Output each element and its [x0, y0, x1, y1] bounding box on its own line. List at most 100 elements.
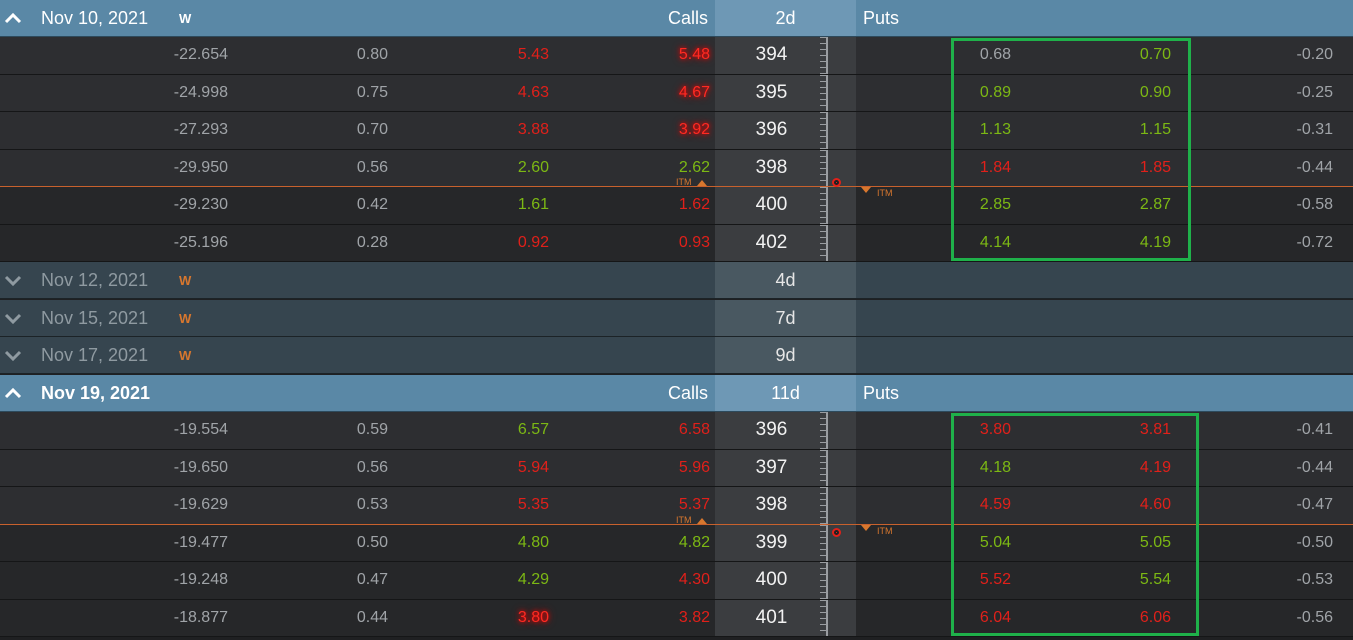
- expiration-header-collapsed[interactable]: Nov 17, 2021 W 9d: [0, 337, 1353, 374]
- call-theta: -25.196: [173, 233, 228, 251]
- put-bid[interactable]: 5.04: [911, 525, 1011, 562]
- put-ask[interactable]: 1.85: [1071, 150, 1171, 187]
- option-row[interactable]: -18.877 0.44 3.80 3.82 401 6.04 6.06 -0.56: [0, 599, 1353, 637]
- put-bid[interactable]: 4.14: [911, 225, 1011, 262]
- put-bid[interactable]: 0.68: [911, 37, 1011, 74]
- put-ask[interactable]: 4.19: [1071, 225, 1171, 262]
- price-ruler: [818, 562, 828, 599]
- call-bid[interactable]: 5.94: [449, 450, 549, 487]
- call-ask[interactable]: 2.62: [610, 150, 710, 187]
- put-ask[interactable]: 4.60: [1071, 487, 1171, 524]
- option-row[interactable]: -25.196 0.28 0.92 0.93 402 4.14 4.19 -0.72: [0, 224, 1353, 262]
- call-ask[interactable]: 3.82: [610, 600, 710, 637]
- call-ask[interactable]: 1.62: [610, 187, 710, 224]
- put-bid[interactable]: 1.84: [911, 150, 1011, 187]
- put-bid[interactable]: 1.13: [911, 112, 1011, 149]
- weekly-badge: W: [179, 272, 192, 288]
- put-ask[interactable]: 5.54: [1071, 562, 1171, 599]
- call-ask[interactable]: 4.82: [610, 525, 710, 562]
- call-delta: 0.56: [356, 158, 388, 176]
- call-bid[interactable]: 0.92: [449, 225, 549, 262]
- put-bid[interactable]: 5.52: [911, 562, 1011, 599]
- call-bid[interactable]: 1.61: [449, 187, 549, 224]
- days-to-expiration: 4d: [715, 262, 856, 298]
- weekly-badge: W: [179, 10, 192, 26]
- call-theta: -19.629: [173, 496, 228, 514]
- put-ask[interactable]: 3.81: [1071, 412, 1171, 449]
- put-bid[interactable]: 0.89: [911, 75, 1011, 112]
- option-row[interactable]: -29.230 0.42 1.61 1.62 400 2.85 2.87 -0.58: [0, 187, 1353, 225]
- expiration-header-collapsed[interactable]: Nov 15, 2021 W 7d: [0, 300, 1353, 337]
- price-ruler: [818, 74, 828, 111]
- call-ask[interactable]: 5.48: [610, 37, 710, 74]
- put-delta: -0.50: [1296, 533, 1333, 551]
- price-ruler: [818, 412, 828, 449]
- call-bid[interactable]: 3.88: [449, 112, 549, 149]
- call-ask[interactable]: 5.37: [610, 487, 710, 524]
- call-theta: -19.554: [173, 421, 228, 439]
- chevron-up-icon[interactable]: [4, 375, 24, 411]
- call-bid[interactable]: 5.43: [449, 37, 549, 74]
- call-ask[interactable]: 6.58: [610, 412, 710, 449]
- expiration-header-collapsed[interactable]: Nov 12, 2021 W 4d: [0, 262, 1353, 299]
- chevron-up-icon[interactable]: [4, 0, 24, 36]
- call-theta: -18.877: [173, 608, 228, 626]
- put-ask[interactable]: 4.19: [1071, 450, 1171, 487]
- call-bid[interactable]: 2.60: [449, 150, 549, 187]
- put-ask[interactable]: 0.90: [1071, 75, 1171, 112]
- itm-down-arrow-icon: [861, 187, 871, 193]
- days-to-expiration: 11d: [715, 375, 856, 411]
- option-row[interactable]: -27.293 0.70 3.88 3.92 396 1.13 1.15 -0.31: [0, 112, 1353, 150]
- put-bid[interactable]: 4.59: [911, 487, 1011, 524]
- call-ask[interactable]: 4.30: [610, 562, 710, 599]
- option-row[interactable]: -19.554 0.59 6.57 6.58 396 3.80 3.81 -0.41: [0, 412, 1353, 450]
- itm-label-puts: ITM: [877, 188, 893, 198]
- call-delta: 0.50: [356, 533, 388, 551]
- call-bid[interactable]: 4.63: [449, 75, 549, 112]
- call-bid[interactable]: 3.80: [449, 600, 549, 637]
- chevron-down-icon[interactable]: [4, 337, 24, 373]
- call-bid[interactable]: 5.35: [449, 487, 549, 524]
- put-bid[interactable]: 3.80: [911, 412, 1011, 449]
- option-chain: Nov 10, 2021 W Calls Puts 2d -22.654 0.80 5.43 5…: [0, 0, 1353, 640]
- strike-price: 400: [715, 187, 856, 224]
- put-delta: -0.20: [1296, 46, 1333, 64]
- put-ask[interactable]: 1.15: [1071, 112, 1171, 149]
- strike-value: 399: [755, 531, 788, 553]
- option-row[interactable]: -19.650 0.56 5.94 5.96 397 4.18 4.19 -0.44: [0, 449, 1353, 487]
- put-delta: -0.58: [1296, 196, 1333, 214]
- call-bid[interactable]: 4.80: [449, 525, 549, 562]
- call-bid[interactable]: 6.57: [449, 412, 549, 449]
- put-bid[interactable]: 4.18: [911, 450, 1011, 487]
- calls-label: Calls: [667, 7, 708, 28]
- expiration-header[interactable]: Nov 19, 2021 Calls Puts 11d: [0, 375, 1353, 412]
- put-ask[interactable]: 2.87: [1071, 187, 1171, 224]
- call-ask[interactable]: 5.96: [610, 450, 710, 487]
- put-ask[interactable]: 5.05: [1071, 525, 1171, 562]
- underlying-price-marker-icon: [832, 178, 841, 187]
- call-ask[interactable]: 0.93: [610, 225, 710, 262]
- put-bid[interactable]: 6.04: [911, 600, 1011, 637]
- option-row[interactable]: -19.248 0.47 4.29 4.30 400 5.52 5.54 -0.53: [0, 562, 1353, 600]
- call-delta: 0.75: [356, 83, 388, 101]
- call-delta: 0.59: [356, 421, 388, 439]
- call-ask[interactable]: 3.92: [610, 112, 710, 149]
- call-bid[interactable]: 4.29: [449, 562, 549, 599]
- call-delta: 0.44: [356, 608, 388, 626]
- put-bid[interactable]: 2.85: [911, 187, 1011, 224]
- call-ask[interactable]: 4.67: [610, 75, 710, 112]
- option-row[interactable]: -24.998 0.75 4.63 4.67 395 0.89 0.90 -0.25: [0, 74, 1353, 112]
- put-delta: -0.44: [1296, 458, 1333, 476]
- strike-value: 396: [755, 419, 788, 441]
- put-ask[interactable]: 0.70: [1071, 37, 1171, 74]
- price-ruler: [818, 487, 828, 524]
- expiration-header[interactable]: Nov 10, 2021 W Calls Puts 2d: [0, 0, 1353, 37]
- days-to-expiration: 2d: [715, 0, 856, 36]
- call-delta: 0.47: [356, 571, 388, 589]
- option-row[interactable]: -19.477 0.50 4.80 4.82 399 5.04 5.05 -0.50: [0, 524, 1353, 562]
- chevron-down-icon[interactable]: [4, 300, 24, 336]
- strike-price: 400: [715, 562, 856, 599]
- put-ask[interactable]: 6.06: [1071, 600, 1171, 637]
- option-row[interactable]: -22.654 0.80 5.43 5.48 394 0.68 0.70 -0.20: [0, 37, 1353, 75]
- chevron-down-icon[interactable]: [4, 262, 24, 298]
